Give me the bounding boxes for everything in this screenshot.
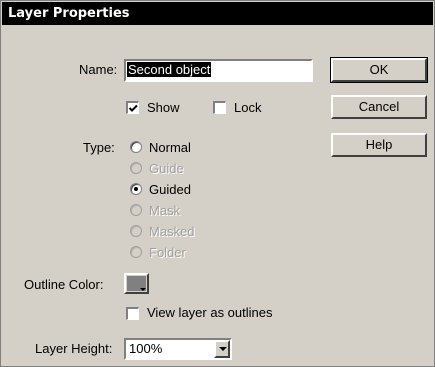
type-option-mask-label: Mask	[149, 203, 181, 218]
type-option-masked-label: Masked	[149, 224, 195, 239]
help-button[interactable]: Help	[331, 133, 427, 157]
view-outlines-label: View layer as outlines	[147, 305, 273, 320]
type-radio-guide[interactable]	[130, 162, 142, 174]
show-label: Show	[147, 100, 180, 115]
type-radio-masked[interactable]	[130, 225, 142, 237]
layer-height-dropdown-button[interactable]	[214, 340, 230, 358]
type-radio-folder[interactable]	[130, 246, 142, 258]
type-option-guide-label: Guide	[149, 161, 184, 176]
type-radio-guided[interactable]	[130, 183, 142, 195]
checkmark-icon	[128, 104, 138, 112]
lock-label: Lock	[234, 100, 262, 115]
radio-dot-icon	[134, 187, 138, 191]
type-option-folder-label: Folder	[149, 245, 186, 260]
dropdown-triangle-icon	[140, 288, 146, 291]
cancel-button[interactable]: Cancel	[331, 95, 427, 119]
name-field[interactable]: Second object	[124, 59, 313, 82]
lock-checkbox[interactable]	[213, 101, 226, 114]
outline-color-picker[interactable]	[124, 273, 149, 294]
layer-properties-dialog: Layer Properties Name: Second object Sho…	[0, 0, 435, 367]
dialog-title: Layer Properties	[2, 2, 433, 25]
view-outlines-checkbox[interactable]	[126, 307, 139, 320]
layer-height-value: 100%	[129, 341, 163, 356]
type-radio-mask[interactable]	[130, 204, 142, 216]
type-radio-normal[interactable]	[130, 141, 142, 153]
show-checkbox[interactable]	[126, 101, 139, 114]
ok-button[interactable]: OK	[330, 57, 428, 83]
type-option-guided-label: Guided	[149, 182, 191, 197]
outline-color-label: Outline Color:	[24, 277, 104, 292]
chevron-down-icon	[219, 347, 227, 351]
layer-height-select[interactable]: 100%	[124, 338, 232, 360]
type-option-normal-label: Normal	[149, 140, 191, 155]
layer-height-label: Layer Height:	[35, 341, 113, 356]
type-label: Type:	[83, 140, 115, 155]
name-field-value: Second object	[127, 62, 212, 77]
name-label: Name:	[79, 62, 118, 77]
